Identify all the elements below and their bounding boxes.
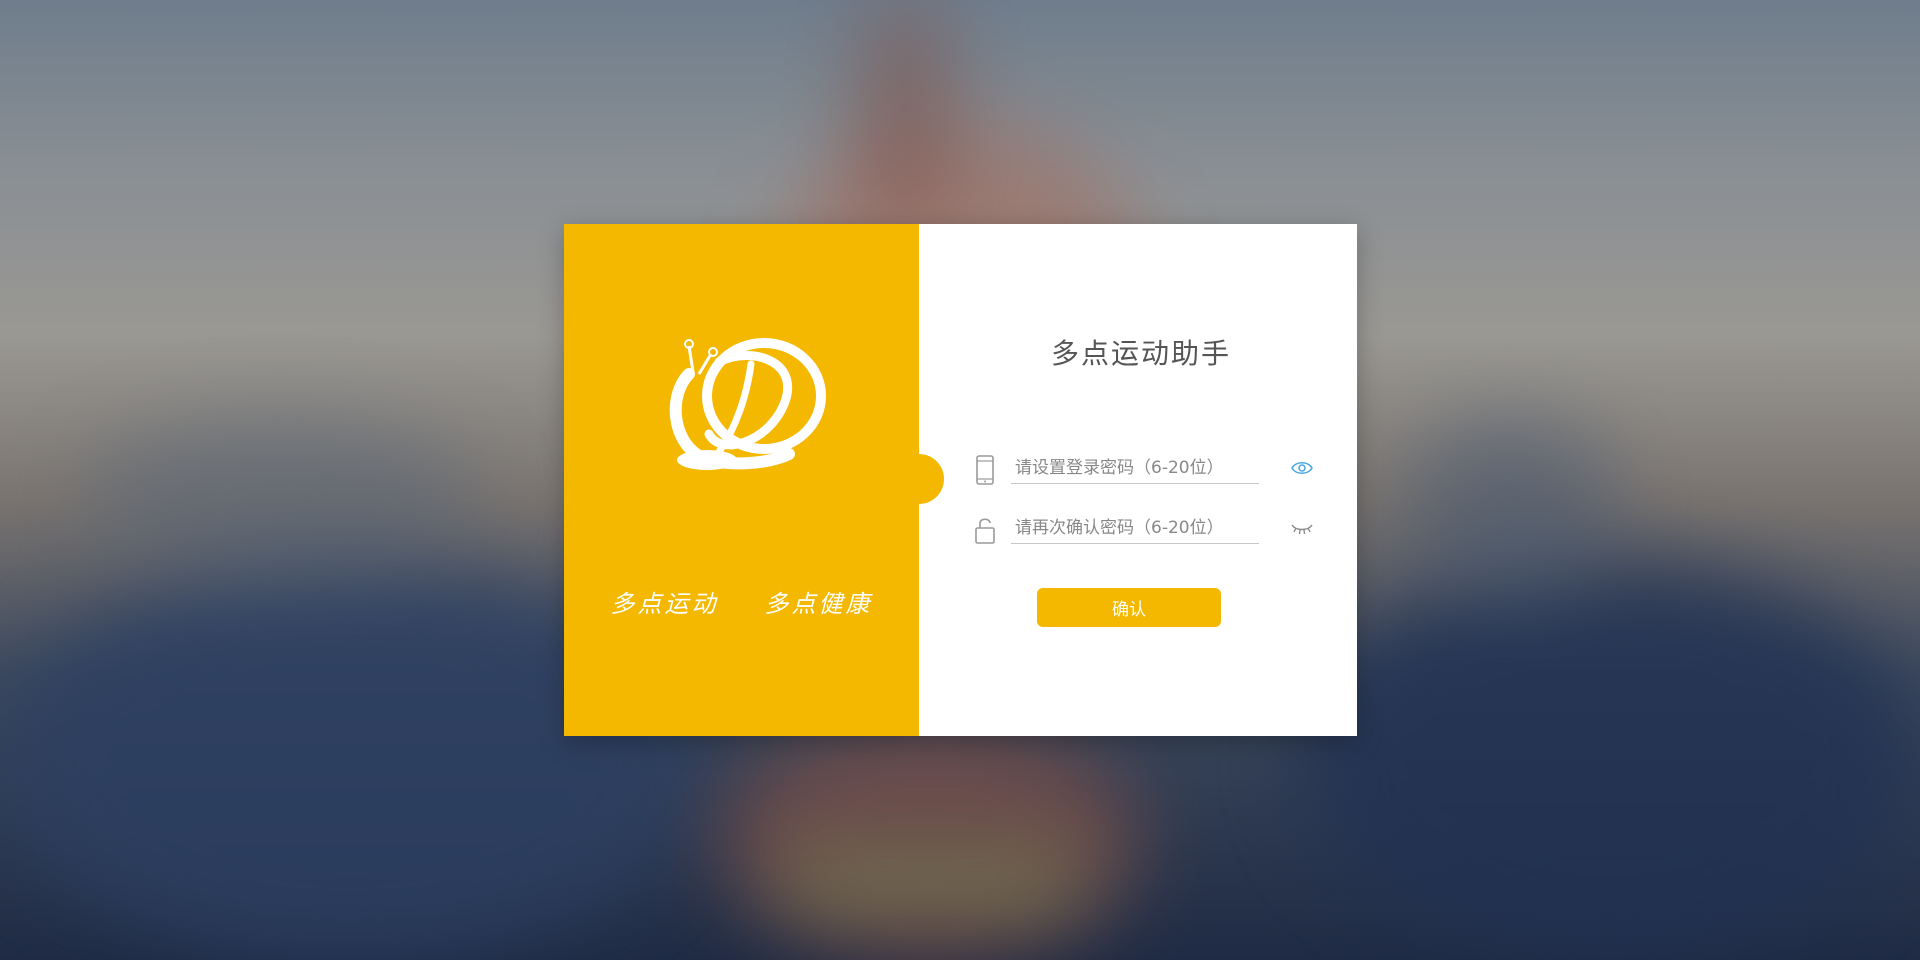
- form-panel: 多点运动助手 确认: [919, 224, 1357, 736]
- unlock-icon: [975, 518, 995, 544]
- password-field-group: [973, 452, 1313, 486]
- eye-closed-icon[interactable]: [1291, 520, 1313, 536]
- slogan: 多点运动 多点健康: [564, 584, 919, 619]
- page-title: 多点运动助手: [1050, 337, 1231, 370]
- confirm-button[interactable]: 确认: [1037, 588, 1221, 627]
- slogan-right: 多点健康: [764, 590, 873, 618]
- confirm-password-field-group: [973, 512, 1313, 546]
- password-input[interactable]: [1011, 452, 1259, 484]
- slogan-left: 多点运动: [610, 590, 719, 618]
- login-card: 多点运动 多点健康 多点运动助手 确认: [564, 224, 1357, 736]
- brand-panel: 多点运动 多点健康: [564, 224, 919, 736]
- panel-notch: [894, 454, 944, 504]
- snail-d-logo: [669, 338, 826, 470]
- confirm-password-input[interactable]: [1011, 512, 1259, 544]
- eye-open-icon[interactable]: [1291, 460, 1313, 476]
- phone-icon: [976, 455, 994, 485]
